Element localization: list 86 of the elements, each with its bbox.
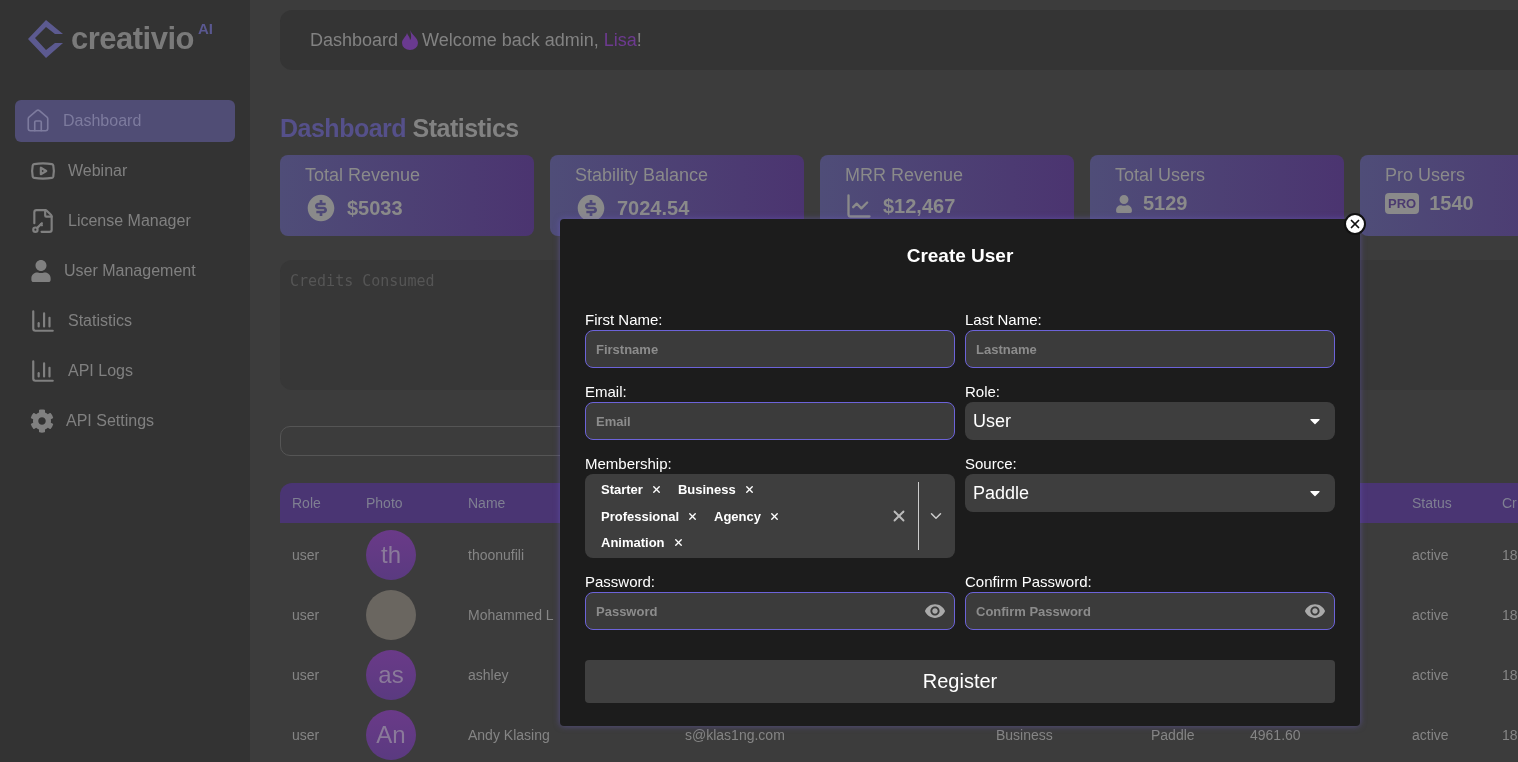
flame-icon — [402, 30, 419, 50]
bar-chart-icon — [30, 358, 56, 384]
sidebar-label: Statistics — [68, 312, 132, 330]
field-label: Email: — [585, 383, 628, 400]
table-cell: thoonufili — [468, 547, 525, 563]
field-label: First Name: — [585, 311, 664, 328]
table-cell: Business — [996, 727, 1053, 743]
page-name: Dashboard — [310, 29, 399, 51]
field-label: Source: — [965, 455, 1018, 472]
user-icon — [30, 260, 52, 282]
column-header: Status — [1400, 483, 1490, 523]
text-input[interactable]: Email — [585, 402, 955, 440]
welcome-text: Welcome back admin, Lisa! — [422, 29, 642, 51]
multi-select[interactable]: Starter Business Professional Agency Animation — [585, 474, 955, 558]
initials-avatar: as — [366, 650, 416, 700]
column-header: Role — [280, 483, 354, 523]
remove-icon[interactable] — [743, 484, 755, 495]
table-cell: active — [1412, 727, 1449, 743]
photo-placeholder — [366, 590, 416, 640]
dollar-icon — [305, 192, 337, 224]
table-cell: user — [292, 727, 320, 743]
table-cell: Paddle — [1151, 727, 1195, 743]
sidebar-label: API Logs — [68, 362, 133, 380]
remove-icon[interactable] — [769, 510, 780, 522]
initials-avatar: th — [366, 530, 416, 580]
stat-label: Pro Users — [1385, 165, 1466, 186]
stat-label: Stability Balance — [575, 165, 710, 186]
table-cell: 18 — [1502, 667, 1518, 683]
stat-label: Total Users — [1115, 165, 1207, 186]
dropdown[interactable]: Paddle — [965, 474, 1335, 512]
line-chart-icon — [845, 192, 873, 220]
settings-icon — [30, 409, 54, 433]
stat-value: 7024.54 — [617, 196, 690, 220]
logo-text: creativio — [71, 20, 194, 58]
stat-value: $5033 — [347, 196, 403, 220]
initials-avatar: An — [366, 710, 416, 760]
table-cell: user — [292, 607, 320, 623]
table-cell: Mohammed L — [468, 607, 554, 623]
membership-tag[interactable]: Starter — [593, 480, 670, 499]
field-label: Role: — [965, 383, 1002, 400]
membership-tag[interactable]: Agency — [706, 506, 788, 526]
table-cell: user — [292, 547, 320, 563]
table-cell: 18 — [1502, 607, 1518, 623]
user-icon — [1115, 194, 1133, 213]
register-button[interactable]: Register — [585, 660, 1335, 703]
table-cell: Andy Klasing — [468, 727, 550, 743]
dropdown[interactable]: User — [965, 402, 1335, 440]
stat-value: 5129 — [1143, 192, 1188, 215]
field-label: Membership: — [585, 455, 673, 472]
field-label: Password: — [585, 573, 657, 590]
table-cell: active — [1412, 667, 1449, 683]
home-icon — [25, 108, 51, 134]
logo-suffix: AI — [198, 20, 213, 37]
membership-tag[interactable]: Animation — [593, 533, 692, 552]
password-input[interactable]: Confirm Password — [965, 592, 1335, 630]
bar-chart-icon — [30, 308, 56, 334]
field-label: Confirm Password: — [965, 573, 1093, 590]
pro-badge: PRO — [1385, 193, 1420, 214]
table-cell: 18 — [1502, 727, 1518, 743]
table-cell: 4961.60 — [1250, 727, 1301, 743]
table-cell: 18 — [1502, 547, 1518, 563]
page-title: Dashboard Statistics — [280, 114, 520, 143]
sidebar-label: User Management — [64, 262, 196, 280]
table-cell: active — [1412, 547, 1449, 563]
sidebar-label: License Manager — [68, 212, 191, 230]
file-key-icon — [30, 208, 56, 234]
sidebar-label: API Settings — [66, 412, 155, 430]
table-cell: s@klas1ng.com — [685, 727, 785, 743]
password-input[interactable]: Password — [585, 592, 955, 630]
remove-icon[interactable] — [687, 510, 699, 522]
stat-value: $12,467 — [883, 194, 956, 218]
stat-label: Total Revenue — [305, 165, 422, 186]
column-header: Photo — [354, 483, 456, 523]
remove-icon[interactable] — [650, 484, 662, 495]
table-cell: ashley — [468, 667, 509, 683]
stat-value: 1540 — [1429, 192, 1474, 215]
text-input[interactable]: Lastname — [965, 330, 1335, 368]
field-label: Last Name: — [965, 311, 1043, 328]
stat-label: MRR Revenue — [845, 165, 965, 186]
table-cell: user — [292, 667, 320, 683]
dialog-title: Create User — [905, 245, 1015, 267]
remove-icon[interactable] — [672, 537, 684, 548]
text-input[interactable]: Firstname — [585, 330, 955, 368]
sidebar-label: Webinar — [68, 162, 128, 180]
column-header: Cr — [1490, 483, 1518, 523]
table-cell: active — [1412, 607, 1449, 623]
